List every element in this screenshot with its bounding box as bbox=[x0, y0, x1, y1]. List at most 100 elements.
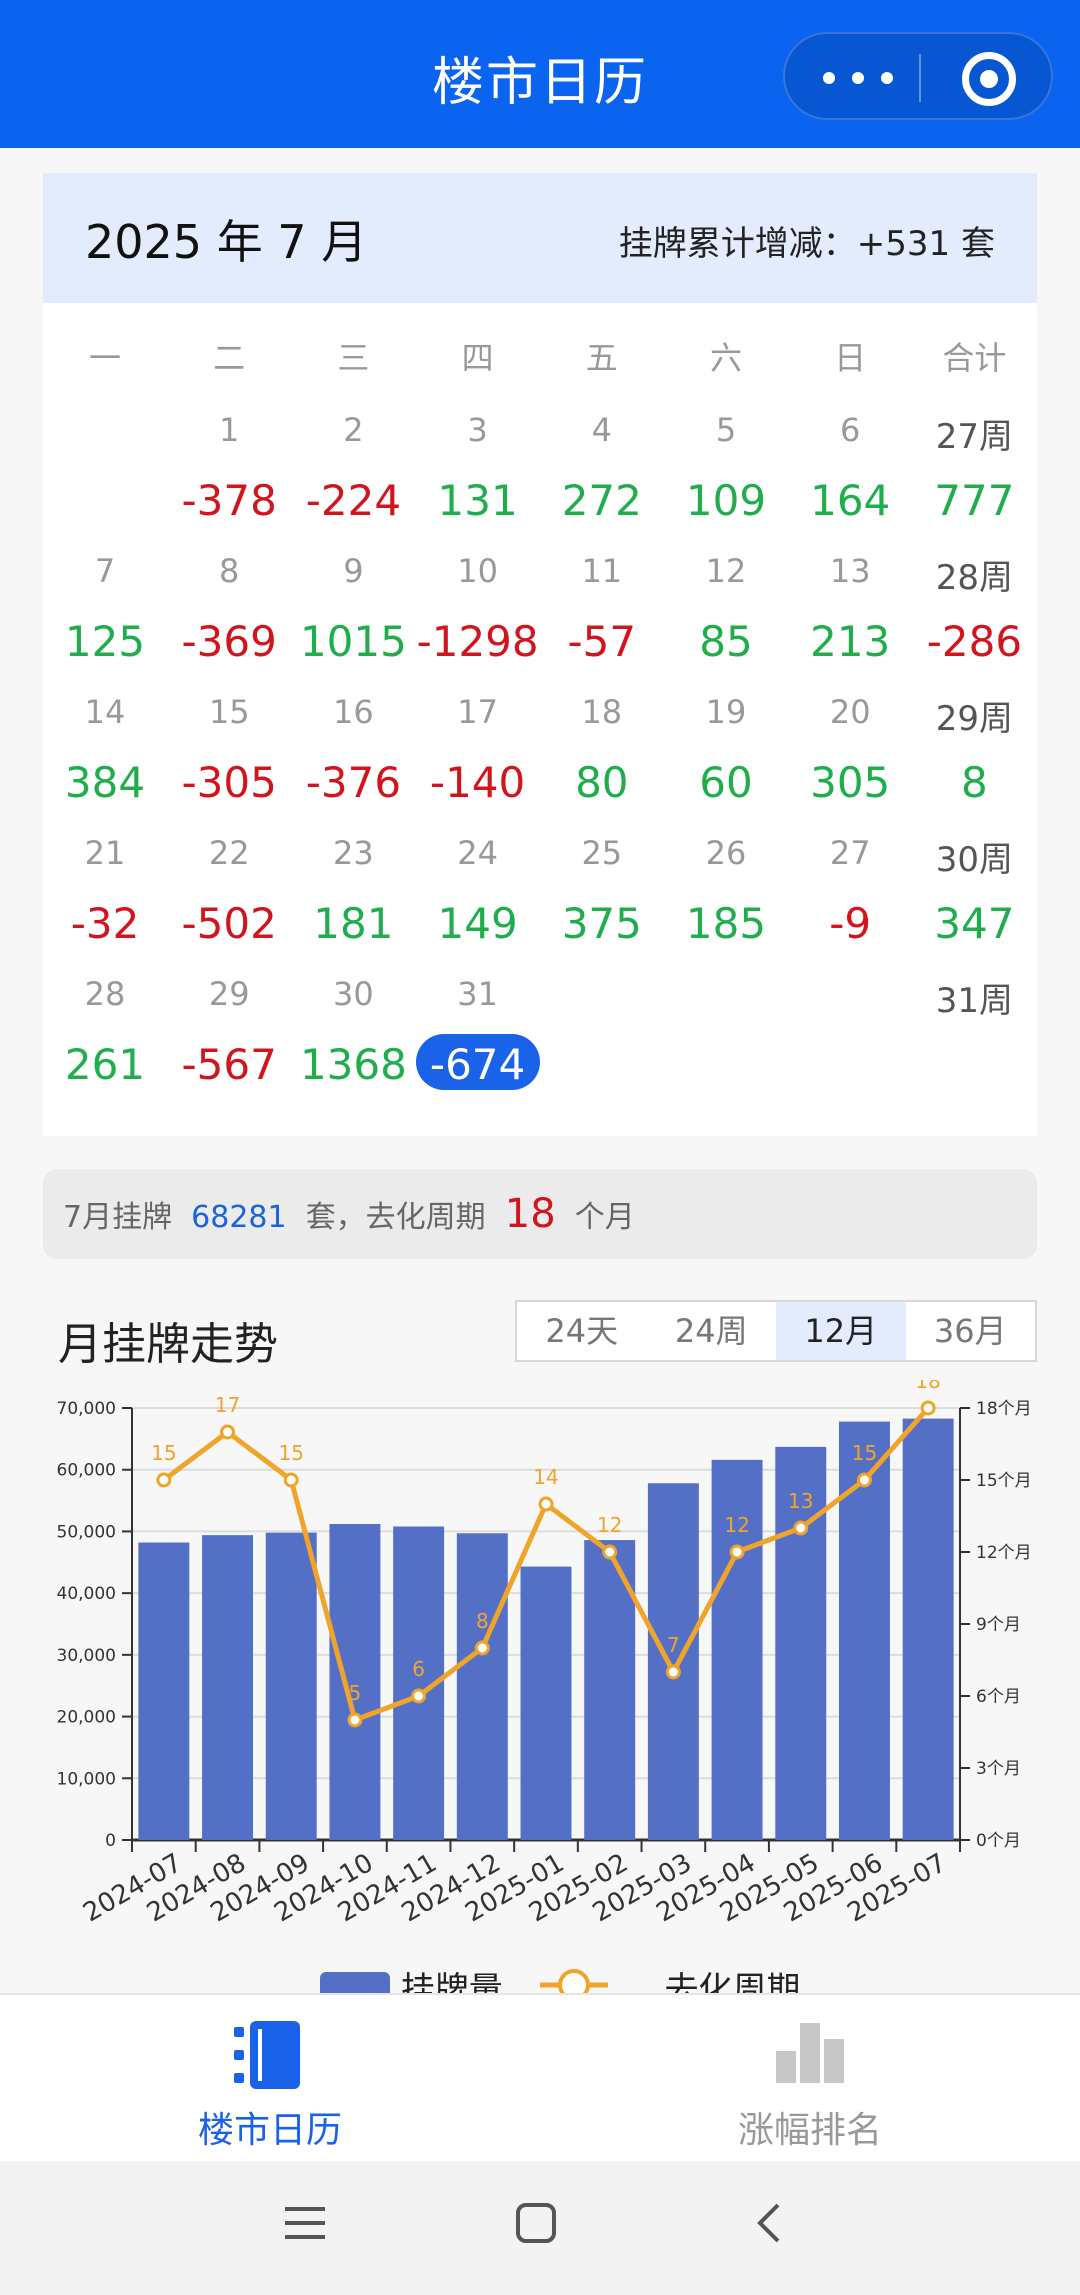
calendar-day-change[interactable]: 384 bbox=[43, 758, 167, 807]
calendar-day-number[interactable]: 17 bbox=[416, 693, 540, 731]
calendar-day-change[interactable]: -9 bbox=[788, 899, 912, 948]
calendar-day-number[interactable]: 31 bbox=[416, 975, 540, 1013]
calendar-day-change[interactable]: -674 bbox=[416, 1040, 540, 1089]
cycle-point bbox=[602, 1544, 618, 1560]
calendar-day-number[interactable]: 9 bbox=[291, 552, 415, 590]
calendar-day-number[interactable]: 30 bbox=[291, 975, 415, 1013]
calendar-day-number[interactable]: 22 bbox=[167, 834, 291, 872]
calendar-day-number[interactable]: 3 bbox=[416, 411, 540, 449]
calendar-day-change[interactable]: 80 bbox=[540, 758, 664, 807]
calendar-day-number[interactable]: 14 bbox=[43, 693, 167, 731]
calendar-day-number[interactable]: 5 bbox=[664, 411, 788, 449]
weekday-header: 四 bbox=[461, 339, 494, 377]
cycle-point bbox=[156, 1472, 172, 1488]
summary-prefix: 7月挂牌 bbox=[63, 1200, 173, 1235]
calendar-day-number[interactable]: 24 bbox=[416, 834, 540, 872]
calendar-day-number[interactable]: 10 bbox=[416, 552, 540, 590]
calendar-day-change[interactable]: 125 bbox=[43, 617, 167, 666]
calendar-day-change[interactable]: 109 bbox=[664, 476, 788, 525]
calendar-day-change[interactable]: 375 bbox=[540, 899, 664, 948]
calendar-day-change[interactable]: 60 bbox=[664, 758, 788, 807]
calendar-day-number[interactable]: 29 bbox=[167, 975, 291, 1013]
calendar-day-change[interactable]: 149 bbox=[416, 899, 540, 948]
tabbar-item-ranking[interactable]: 涨幅排名 bbox=[540, 1995, 1080, 2163]
tab-12-months[interactable]: 12月 bbox=[776, 1302, 906, 1360]
calendar-day-number[interactable]: 28 bbox=[43, 975, 167, 1013]
y-left-tick-label: 60,000 bbox=[57, 1461, 116, 1481]
week-label: 27周 bbox=[935, 417, 1014, 457]
calendar-day-number[interactable]: 1 bbox=[167, 411, 291, 449]
calendar-day-number[interactable]: 7 bbox=[43, 552, 167, 590]
bar bbox=[202, 1535, 254, 1840]
calendar-day-number[interactable]: 16 bbox=[291, 693, 415, 731]
calendar-day-change[interactable]: -369 bbox=[167, 617, 291, 666]
y-right-tick-label: 15个月 bbox=[976, 1471, 1032, 1491]
calendar-day-change[interactable]: 261 bbox=[43, 1040, 167, 1089]
cycle-data-label: 15 bbox=[852, 1441, 877, 1465]
home-icon[interactable] bbox=[514, 2201, 558, 2245]
calendar-day-change[interactable]: -305 bbox=[167, 758, 291, 807]
weekday-header: 三 bbox=[337, 339, 370, 377]
calendar-day-number[interactable]: 18 bbox=[540, 693, 664, 731]
cycle-point bbox=[411, 1688, 427, 1704]
bar bbox=[138, 1542, 190, 1840]
cycle-point bbox=[665, 1664, 681, 1680]
calendar-day-number[interactable]: 26 bbox=[664, 834, 788, 872]
calendar-day-change[interactable]: 164 bbox=[788, 476, 912, 525]
calendar-day-change[interactable]: 131 bbox=[416, 476, 540, 525]
calendar-day-number[interactable]: 12 bbox=[664, 552, 788, 590]
calendar-day-number[interactable]: 27 bbox=[788, 834, 912, 872]
cycle-data-label: 8 bbox=[476, 1609, 489, 1633]
close-target-icon[interactable] bbox=[962, 52, 1016, 106]
calendar-day-change[interactable]: -57 bbox=[540, 617, 664, 666]
calendar-day-change[interactable]: -1298 bbox=[416, 617, 540, 666]
calendar-day-number[interactable]: 4 bbox=[540, 411, 664, 449]
calendar-header: 2025 年 7 月 挂牌累计增减：+531 套 bbox=[43, 173, 1037, 303]
year-month-label[interactable]: 2025 年 7 月 bbox=[85, 206, 367, 272]
cycle-data-label: 5 bbox=[349, 1681, 362, 1705]
summary-listings: 68281 bbox=[191, 1200, 287, 1235]
calendar-day-number[interactable]: 25 bbox=[540, 834, 664, 872]
back-icon[interactable] bbox=[748, 2201, 792, 2245]
calendar-day-number[interactable]: 23 bbox=[291, 834, 415, 872]
calendar-day-number[interactable]: 6 bbox=[788, 411, 912, 449]
calendar-day-change[interactable]: -140 bbox=[416, 758, 540, 807]
calendar-day-change[interactable]: 1015 bbox=[291, 617, 415, 666]
calendar-day-number[interactable]: 19 bbox=[664, 693, 788, 731]
tab-24-days[interactable]: 24天 bbox=[517, 1302, 647, 1360]
calendar-day-change[interactable]: -567 bbox=[167, 1040, 291, 1089]
cycle-point bbox=[538, 1496, 554, 1512]
calendar-day-change[interactable]: -502 bbox=[167, 899, 291, 948]
calendar-day-change[interactable]: -378 bbox=[167, 476, 291, 525]
calendar-day-number[interactable]: 8 bbox=[167, 552, 291, 590]
calendar-day-change[interactable]: 305 bbox=[788, 758, 912, 807]
calendar-day-change[interactable]: 1368 bbox=[291, 1040, 415, 1089]
tabbar-item-calendar[interactable]: 楼市日历 bbox=[0, 1995, 540, 2163]
calendar-day-change[interactable]: 213 bbox=[788, 617, 912, 666]
calendar-day-number[interactable]: 11 bbox=[540, 552, 664, 590]
calendar-day-number[interactable]: 15 bbox=[167, 693, 291, 731]
calendar-day-number[interactable]: 13 bbox=[788, 552, 912, 590]
menu-icon[interactable] bbox=[283, 2201, 327, 2245]
calendar-day-number[interactable]: 20 bbox=[788, 693, 912, 731]
week-label: 29周 bbox=[935, 699, 1014, 739]
calendar-day-change[interactable]: 185 bbox=[664, 899, 788, 948]
more-icon[interactable] bbox=[823, 56, 893, 100]
week-total: 777 bbox=[934, 476, 1015, 525]
cycle-data-label: 12 bbox=[724, 1513, 749, 1537]
monthly-summary: 7月挂牌 68281 套，去化周期 18 个月 bbox=[43, 1169, 1037, 1259]
tab-36-months[interactable]: 36月 bbox=[906, 1302, 1036, 1360]
calendar-day-number[interactable]: 21 bbox=[43, 834, 167, 872]
calendar-day-change[interactable]: 272 bbox=[540, 476, 664, 525]
y-right-tick-label: 6个月 bbox=[976, 1687, 1021, 1707]
calendar-day-change[interactable]: 85 bbox=[664, 617, 788, 666]
calendar-day-change[interactable]: -224 bbox=[291, 476, 415, 525]
calendar-day-change[interactable]: -32 bbox=[43, 899, 167, 948]
calendar-day-number[interactable]: 2 bbox=[291, 411, 415, 449]
week-label: 30周 bbox=[935, 840, 1014, 880]
calendar-day-change[interactable]: 181 bbox=[291, 899, 415, 948]
calendar-day-change[interactable]: -376 bbox=[291, 758, 415, 807]
calendar-book-icon bbox=[234, 2021, 300, 2089]
bar bbox=[902, 1418, 954, 1840]
tab-24-weeks[interactable]: 24周 bbox=[647, 1302, 777, 1360]
